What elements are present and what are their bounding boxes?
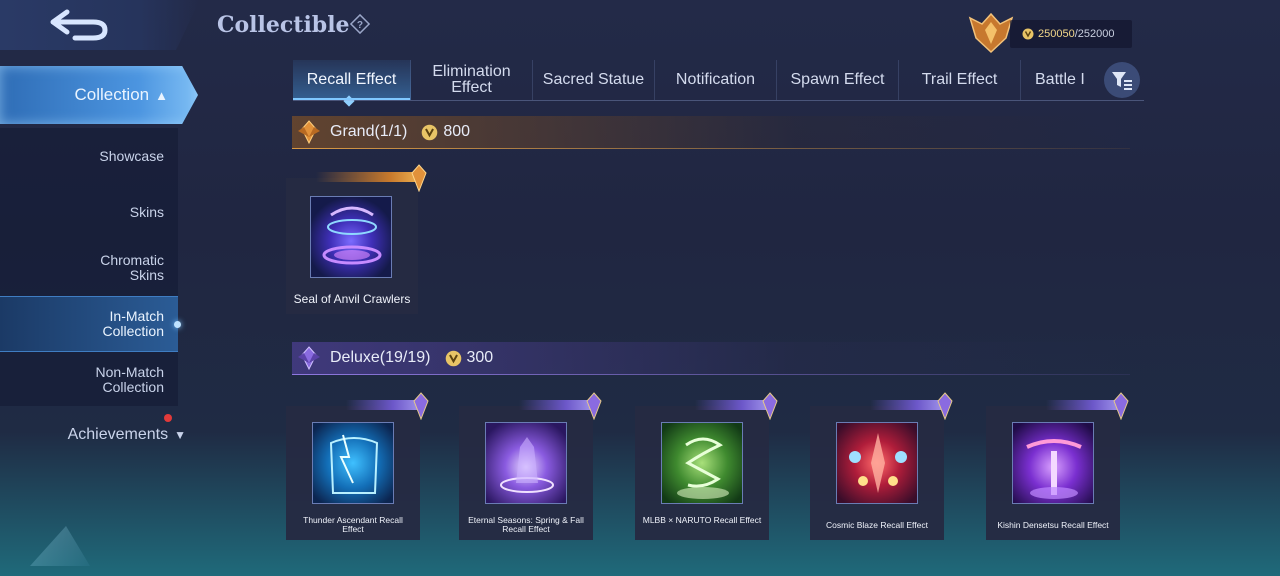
currency-max: /252000 bbox=[1074, 28, 1115, 40]
sidebar-item-in-match-collection[interactable]: In-Match Collection bbox=[0, 296, 181, 352]
tab-label: Sacred Statue bbox=[542, 71, 645, 88]
deluxe-gem-icon bbox=[298, 346, 320, 371]
item-name: Cosmic Blaze Recall Effect bbox=[826, 520, 928, 530]
currency-value: 250050 bbox=[1038, 28, 1075, 40]
back-button[interactable] bbox=[0, 0, 200, 50]
collectible-card[interactable]: Cosmic Blaze Recall Effect bbox=[810, 392, 953, 540]
sidebar-item-skins[interactable]: Skins bbox=[0, 184, 178, 240]
sidebar-submenu: Showcase Skins Chromatic Skins In-Match … bbox=[0, 128, 181, 408]
tab-sacred-statue[interactable]: Sacred Statue bbox=[533, 60, 655, 100]
deluxe-gem-icon bbox=[586, 392, 602, 420]
sidebar-item-label: Chromatic Skins bbox=[100, 252, 164, 283]
question-icon[interactable]: ? bbox=[349, 13, 371, 35]
grand-gem-icon bbox=[298, 120, 320, 145]
points-coin-icon bbox=[422, 124, 438, 140]
tab-elimination-effect[interactable]: Elimination Effect bbox=[411, 60, 533, 100]
tab-label: Recall Effect bbox=[306, 71, 397, 88]
svg-text:?: ? bbox=[357, 20, 363, 31]
sidebar-item-label: Showcase bbox=[99, 147, 164, 164]
sidebar-item-showcase[interactable]: Showcase bbox=[0, 128, 178, 184]
card-ribbon bbox=[316, 172, 422, 182]
tab-label: Elimination Effect bbox=[432, 63, 511, 96]
collectible-card[interactable]: Seal of Anvil Crawlers bbox=[286, 164, 427, 314]
top-bar: Collectible ? 250050/252000 bbox=[0, 0, 1280, 54]
page-title: Collectible bbox=[217, 12, 350, 38]
deluxe-gem-icon bbox=[937, 392, 953, 420]
chevron-up-icon: ▲ bbox=[155, 87, 168, 103]
tab-spawn-effect[interactable]: Spawn Effect bbox=[777, 60, 899, 100]
sidebar-item-non-match-collection[interactable]: Non-Match Collection bbox=[0, 352, 178, 408]
points-coin-icon bbox=[445, 350, 461, 366]
item-name: Seal of Anvil Crawlers bbox=[293, 292, 411, 306]
deluxe-gem-icon bbox=[413, 392, 429, 420]
tab-trail-effect[interactable]: Trail Effect bbox=[899, 60, 1021, 100]
tabs-divider bbox=[293, 100, 1144, 101]
tab-label: Trail Effect bbox=[921, 71, 998, 88]
item-name: Thunder Ascendant Recall Effect bbox=[303, 515, 403, 534]
sidebar-collection-button[interactable]: Collection ▲ bbox=[0, 66, 198, 124]
tab-label: Battle I bbox=[1035, 71, 1085, 88]
item-name: MLBB × NARUTO Recall Effect bbox=[642, 515, 762, 525]
filter-icon bbox=[1112, 72, 1132, 90]
back-arrow-icon bbox=[50, 9, 108, 41]
sidebar-item-label: In-Match Collection bbox=[102, 308, 164, 339]
category-tabs: Recall Effect Elimination Effect Sacred … bbox=[293, 60, 1144, 100]
item-thumbnail bbox=[1012, 422, 1094, 504]
grand-section-title: Grand(1/1) bbox=[330, 123, 408, 140]
sidebar-item-label: Skins bbox=[129, 203, 164, 220]
collectible-card[interactable]: Kishin Densetsu Recall Effect bbox=[986, 392, 1129, 540]
tab-notification[interactable]: Notification bbox=[655, 60, 777, 100]
notification-dot bbox=[164, 414, 172, 422]
grand-gem-icon bbox=[411, 164, 427, 192]
sidebar-item-label: Non-Match Collection bbox=[95, 364, 164, 395]
deluxe-section-header: Deluxe(19/19) 300 bbox=[292, 342, 1130, 375]
collection-label: Collection bbox=[74, 85, 150, 104]
grand-section-header: Grand(1/1) 800 bbox=[292, 116, 1130, 149]
tab-label: Spawn Effect bbox=[790, 71, 885, 88]
deluxe-gem-icon bbox=[1113, 392, 1129, 420]
collectible-card[interactable]: MLBB × NARUTO Recall Effect bbox=[635, 392, 778, 540]
tab-recall-effect[interactable]: Recall Effect bbox=[293, 60, 411, 100]
rank-emblem-icon bbox=[968, 12, 1014, 54]
deluxe-section-price: 300 bbox=[466, 349, 494, 366]
sidebar: Collection ▲ Showcase Skins Chromatic Sk… bbox=[0, 66, 200, 566]
points-coin-icon bbox=[1022, 28, 1034, 40]
deluxe-gem-icon bbox=[762, 392, 778, 420]
item-thumbnail bbox=[661, 422, 743, 504]
item-name: Kishin Densetsu Recall Effect bbox=[997, 520, 1109, 530]
currency-display: 250050/252000 bbox=[1010, 20, 1132, 48]
chevron-down-icon: ▼ bbox=[174, 428, 186, 442]
item-thumbnail bbox=[312, 422, 394, 504]
achievements-label: Achievements bbox=[67, 426, 169, 443]
item-thumbnail bbox=[485, 422, 567, 504]
deluxe-section-title: Deluxe(19/19) bbox=[330, 349, 431, 366]
sidebar-item-chromatic-skins[interactable]: Chromatic Skins bbox=[0, 240, 178, 296]
item-thumbnail bbox=[836, 422, 918, 504]
collectible-card[interactable]: Eternal Seasons: Spring & Fall Recall Ef… bbox=[459, 392, 602, 540]
collectible-card[interactable]: Thunder Ascendant Recall Effect bbox=[286, 392, 429, 540]
filter-button[interactable] bbox=[1104, 62, 1140, 98]
item-name: Eternal Seasons: Spring & Fall Recall Ef… bbox=[468, 515, 584, 534]
grand-section-price: 800 bbox=[443, 123, 471, 140]
sidebar-achievements-button[interactable]: Achievements ▼ bbox=[0, 424, 186, 446]
item-thumbnail bbox=[310, 196, 392, 278]
tab-label: Notification bbox=[675, 71, 756, 88]
